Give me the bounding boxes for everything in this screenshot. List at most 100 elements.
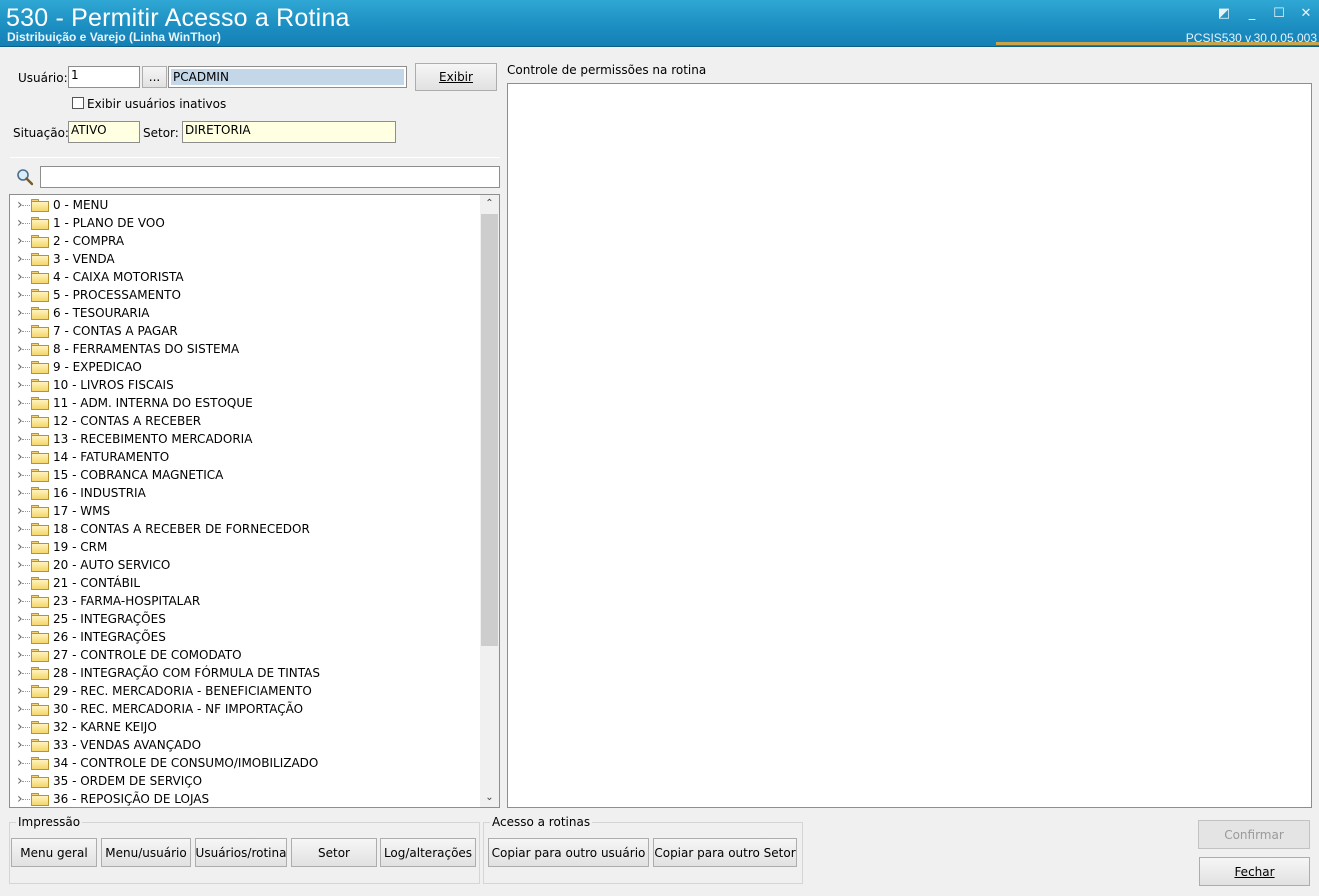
expand-arrow-icon[interactable]: › <box>17 252 27 266</box>
tree-item[interactable]: › 2 - COMPRA <box>10 232 480 250</box>
expand-arrow-icon[interactable]: › <box>17 702 27 716</box>
tree-item[interactable]: › 12 - CONTAS A RECEBER <box>10 412 480 430</box>
tree-item[interactable]: › 7 - CONTAS A PAGAR <box>10 322 480 340</box>
expand-arrow-icon[interactable]: › <box>17 720 27 734</box>
maximize-icon[interactable]: ☐ <box>1271 6 1287 22</box>
expand-arrow-icon[interactable]: › <box>17 342 27 356</box>
tree-item[interactable]: › 5 - PROCESSAMENTO <box>10 286 480 304</box>
tree-scrollbar[interactable]: ⌃ ⌄ <box>480 195 499 807</box>
title-accent-line <box>996 42 1319 45</box>
tree-item[interactable]: › 15 - COBRANCA MAGNETICA <box>10 466 480 484</box>
menu-geral-button[interactable]: Menu geral <box>11 838 97 867</box>
folder-icon <box>31 559 49 572</box>
usuarios-rotina-button[interactable]: Usuários/rotina <box>195 838 287 867</box>
tree-item[interactable]: › 33 - VENDAS AVANÇADO <box>10 736 480 754</box>
expand-arrow-icon[interactable]: › <box>17 540 27 554</box>
expand-arrow-icon[interactable]: › <box>17 414 27 428</box>
expand-arrow-icon[interactable]: › <box>17 396 27 410</box>
tree-item[interactable]: › 36 - REPOSIÇÃO DE LOJAS <box>10 790 480 807</box>
tree-item[interactable]: › 17 - WMS <box>10 502 480 520</box>
tree-item[interactable]: › 21 - CONTÁBIL <box>10 574 480 592</box>
tree-item[interactable]: › 0 - MENU <box>10 196 480 214</box>
tree-item[interactable]: › 16 - INDUSTRIA <box>10 484 480 502</box>
expand-arrow-icon[interactable]: › <box>17 306 27 320</box>
tree-item[interactable]: › 4 - CAIXA MOTORISTA <box>10 268 480 286</box>
expand-arrow-icon[interactable]: › <box>17 774 27 788</box>
tree-item[interactable]: › 6 - TESOURARIA <box>10 304 480 322</box>
minimize-icon[interactable]: _ <box>1244 6 1260 22</box>
tree-item[interactable]: › 18 - CONTAS A RECEBER DE FORNECEDOR <box>10 520 480 538</box>
setor-button[interactable]: Setor <box>291 838 377 867</box>
tree-item[interactable]: › 20 - AUTO SERVICO <box>10 556 480 574</box>
tree-item[interactable]: › 23 - FARMA-HOSPITALAR <box>10 592 480 610</box>
close-icon[interactable]: ✕ <box>1298 6 1314 22</box>
expand-arrow-icon[interactable]: › <box>17 522 27 536</box>
tree-item[interactable]: › 9 - EXPEDICAO <box>10 358 480 376</box>
expand-arrow-icon[interactable]: › <box>17 450 27 464</box>
expand-arrow-icon[interactable]: › <box>17 504 27 518</box>
expand-arrow-icon[interactable]: › <box>17 468 27 482</box>
copy-to-user-button[interactable]: Copiar para outro usuário <box>488 838 649 867</box>
tree-item[interactable]: › 10 - LIVROS FISCAIS <box>10 376 480 394</box>
expand-arrow-icon[interactable]: › <box>17 792 27 806</box>
tree-item[interactable]: › 11 - ADM. INTERNA DO ESTOQUE <box>10 394 480 412</box>
tree-item[interactable]: › 14 - FATURAMENTO <box>10 448 480 466</box>
folder-icon <box>31 631 49 644</box>
situacao-label: Situação: <box>13 126 69 140</box>
expand-arrow-icon[interactable]: › <box>17 558 27 572</box>
restore-icon[interactable]: ◩ <box>1216 6 1232 22</box>
tree-item[interactable]: › 32 - KARNE KEIJO <box>10 718 480 736</box>
tree-item[interactable]: › 19 - CRM <box>10 538 480 556</box>
inactive-users-checkbox[interactable] <box>72 97 84 109</box>
expand-arrow-icon[interactable]: › <box>17 630 27 644</box>
tree-search-input[interactable] <box>40 166 500 188</box>
tree-item[interactable]: › 27 - CONTROLE DE COMODATO <box>10 646 480 664</box>
exibir-button[interactable]: Exibir <box>415 63 497 91</box>
expand-arrow-icon[interactable]: › <box>17 486 27 500</box>
expand-arrow-icon[interactable]: › <box>17 432 27 446</box>
expand-arrow-icon[interactable]: › <box>17 270 27 284</box>
expand-arrow-icon[interactable]: › <box>17 612 27 626</box>
fechar-button[interactable]: Fechar <box>1199 857 1310 886</box>
expand-arrow-icon[interactable]: › <box>17 360 27 374</box>
expand-arrow-icon[interactable]: › <box>17 378 27 392</box>
expand-arrow-icon[interactable]: › <box>17 576 27 590</box>
expand-arrow-icon[interactable]: › <box>17 756 27 770</box>
expand-arrow-icon[interactable]: › <box>17 594 27 608</box>
user-lookup-button[interactable]: ... <box>142 66 167 88</box>
permissions-panel[interactable] <box>507 83 1312 808</box>
expand-arrow-icon[interactable]: › <box>17 648 27 662</box>
tree-item[interactable]: › 8 - FERRAMENTAS DO SISTEMA <box>10 340 480 358</box>
expand-arrow-icon[interactable]: › <box>17 198 27 212</box>
tree-item[interactable]: › 35 - ORDEM DE SERVIÇO <box>10 772 480 790</box>
menu-usuario-button[interactable]: Menu/usuário <box>101 838 191 867</box>
routine-tree[interactable]: › 0 - MENU › 1 - PLANO DE VOO › 2 - COMPRA › 3 … <box>9 194 500 808</box>
expand-arrow-icon[interactable]: › <box>17 684 27 698</box>
search-icon <box>17 169 34 186</box>
tree-item[interactable]: › 26 - INTEGRAÇÕES <box>10 628 480 646</box>
expand-arrow-icon[interactable]: › <box>17 324 27 338</box>
scroll-thumb[interactable] <box>481 214 498 646</box>
tree-item[interactable]: › 1 - PLANO DE VOO <box>10 214 480 232</box>
tree-item-label: 26 - INTEGRAÇÕES <box>53 630 166 644</box>
expand-arrow-icon[interactable]: › <box>17 666 27 680</box>
expand-arrow-icon[interactable]: › <box>17 234 27 248</box>
tree-item[interactable]: › 25 - INTEGRAÇÕES <box>10 610 480 628</box>
scroll-down-icon[interactable]: ⌄ <box>480 789 499 807</box>
tree-item[interactable]: › 13 - RECEBIMENTO MERCADORIA <box>10 430 480 448</box>
usuario-code-field[interactable]: 1 <box>68 66 140 88</box>
permissions-label: Controle de permissões na rotina <box>507 63 707 77</box>
scroll-up-icon[interactable]: ⌃ <box>480 195 499 213</box>
tree-item-label: 9 - EXPEDICAO <box>53 360 142 374</box>
folder-icon <box>31 343 49 356</box>
log-alteracoes-button[interactable]: Log/alterações <box>380 838 476 867</box>
tree-item[interactable]: › 29 - REC. MERCADORIA - BENEFICIAMENTO <box>10 682 480 700</box>
expand-arrow-icon[interactable]: › <box>17 738 27 752</box>
tree-item[interactable]: › 34 - CONTROLE DE CONSUMO/IMOBILIZADO <box>10 754 480 772</box>
copy-to-setor-button[interactable]: Copiar para outro Setor <box>653 838 797 867</box>
tree-item[interactable]: › 3 - VENDA <box>10 250 480 268</box>
expand-arrow-icon[interactable]: › <box>17 216 27 230</box>
expand-arrow-icon[interactable]: › <box>17 288 27 302</box>
tree-item[interactable]: › 30 - REC. MERCADORIA - NF IMPORTAÇÃO <box>10 700 480 718</box>
tree-item[interactable]: › 28 - INTEGRAÇÃO COM FÓRMULA DE TINTAS <box>10 664 480 682</box>
